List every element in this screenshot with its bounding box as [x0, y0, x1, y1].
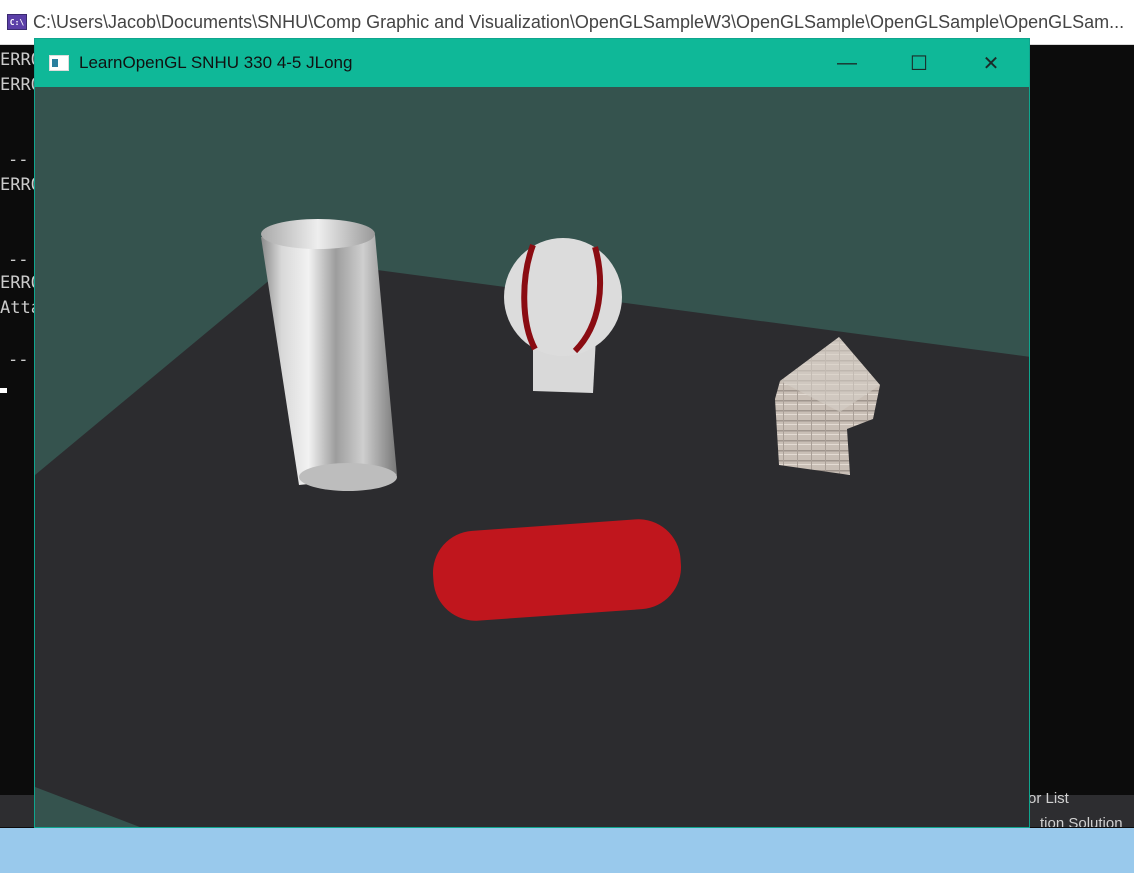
console-window-title: C:\Users\Jacob\Documents\SNHU\Comp Graph…	[33, 11, 1125, 32]
console-line: --	[8, 150, 29, 170]
console-line: --	[8, 250, 29, 270]
scene-render	[35, 219, 1029, 827]
console-cursor	[0, 388, 7, 393]
window-title: LearnOpenGL SNHU 330 4-5 JLong	[79, 53, 353, 72]
opengl-titlebar[interactable]: LearnOpenGL SNHU 330 4-5 JLong — ☐ ✕	[35, 39, 1029, 87]
minimize-button[interactable]: —	[811, 39, 883, 87]
console-app-icon: C:\	[7, 14, 27, 30]
opengl-window[interactable]: LearnOpenGL SNHU 330 4-5 JLong — ☐ ✕	[34, 38, 1030, 828]
close-icon: ✕	[982, 52, 1000, 75]
minimize-icon: —	[837, 51, 857, 74]
error-list-label[interactable]: or List	[1028, 790, 1069, 807]
desktop-background	[0, 828, 1134, 873]
solution-label[interactable]: tion Solution	[1040, 815, 1123, 827]
red-pill-object	[432, 519, 682, 621]
maximize-button[interactable]: ☐	[883, 39, 955, 87]
window-app-icon	[49, 55, 69, 71]
console-line: --	[8, 350, 29, 370]
opengl-viewport[interactable]	[35, 87, 1029, 827]
close-button[interactable]: ✕	[955, 39, 1027, 87]
maximize-icon: ☐	[910, 52, 928, 75]
